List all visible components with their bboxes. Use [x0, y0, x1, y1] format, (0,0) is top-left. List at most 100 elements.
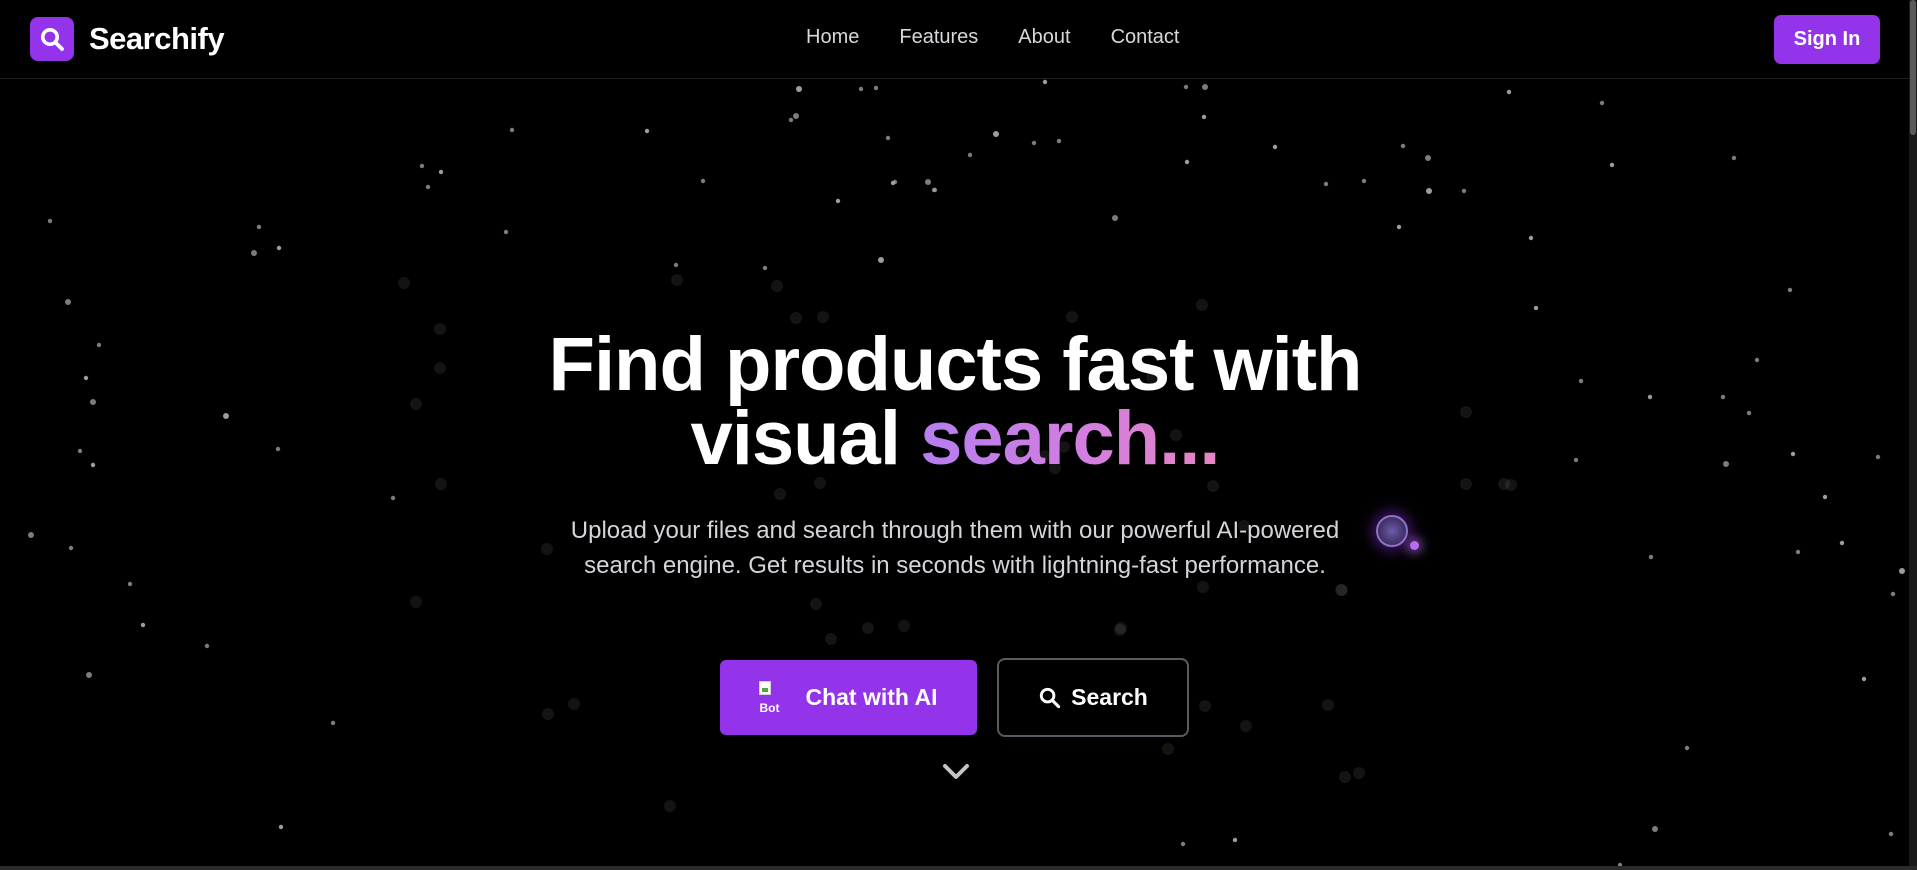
faint-star — [542, 708, 554, 720]
star — [762, 265, 768, 271]
brand-logo — [30, 17, 74, 61]
chat-with-ai-button[interactable]: Bot Chat with AI — [720, 660, 977, 735]
page: Searchify Home Features About Contact Si… — [0, 0, 1909, 870]
star — [1890, 591, 1896, 597]
faint-star — [1199, 700, 1211, 712]
faint-star — [664, 800, 676, 812]
star — [1183, 84, 1189, 90]
star — [90, 462, 96, 468]
star — [1232, 837, 1238, 843]
star — [858, 86, 864, 92]
star — [1396, 224, 1402, 230]
star — [1599, 100, 1605, 106]
hero-title-accent: search... — [920, 396, 1220, 481]
nav-features-link[interactable]: Features — [899, 26, 978, 49]
cursor-glow-dot — [1410, 541, 1419, 550]
star — [1323, 181, 1329, 187]
star — [878, 257, 884, 263]
nav-home-link[interactable]: Home — [806, 26, 859, 49]
star — [1506, 89, 1512, 95]
faint-star — [1505, 479, 1517, 491]
star — [1754, 357, 1760, 363]
faint-star — [1115, 622, 1127, 634]
star — [1787, 287, 1793, 293]
star — [1684, 745, 1690, 751]
star — [925, 179, 931, 185]
faint-star — [810, 598, 822, 610]
star — [1746, 410, 1752, 416]
bot-image-alt-text: Bot — [759, 700, 780, 715]
star — [1861, 676, 1867, 682]
faint-star — [1460, 478, 1472, 490]
star — [1839, 540, 1845, 546]
search-icon — [41, 28, 64, 51]
star — [90, 399, 96, 405]
faint-star — [410, 398, 422, 410]
star — [1201, 114, 1207, 120]
faint-star — [1207, 480, 1219, 492]
hero-subtitle: Upload your files and search through the… — [570, 517, 1340, 579]
star — [1790, 451, 1796, 457]
star — [390, 495, 396, 501]
faint-star — [568, 698, 580, 710]
bot-image-broken: Bot — [759, 680, 795, 715]
star — [127, 581, 133, 587]
star — [1112, 215, 1118, 221]
faint-star — [862, 622, 874, 634]
star — [1647, 394, 1653, 400]
star — [86, 672, 92, 678]
nav-about-link[interactable]: About — [1018, 26, 1070, 49]
star — [796, 86, 802, 92]
star — [1652, 826, 1658, 832]
star — [1723, 461, 1729, 467]
chevron-down-icon[interactable] — [941, 762, 971, 782]
sign-in-button[interactable]: Sign In — [1774, 15, 1880, 64]
star — [700, 178, 706, 184]
star — [1400, 143, 1406, 149]
star — [673, 262, 679, 268]
star — [1875, 454, 1881, 460]
faint-star — [774, 488, 786, 500]
star — [1731, 155, 1737, 161]
scrollbar-thumb[interactable] — [1910, 0, 1916, 135]
star — [275, 446, 281, 452]
faint-star — [434, 362, 446, 374]
star — [204, 643, 210, 649]
faint-star — [898, 620, 910, 632]
star — [1648, 554, 1654, 560]
star — [65, 299, 71, 305]
faint-star — [1460, 406, 1472, 418]
star — [1533, 305, 1539, 311]
brand[interactable]: Searchify — [30, 17, 225, 61]
star — [1888, 831, 1894, 837]
star — [1361, 178, 1367, 184]
star — [644, 128, 650, 134]
star — [509, 127, 515, 133]
star — [1822, 494, 1828, 500]
star — [1528, 235, 1534, 241]
star — [1272, 144, 1278, 150]
hero-title-plain: visual — [690, 396, 900, 481]
nav-contact-link[interactable]: Contact — [1111, 26, 1180, 49]
star — [931, 187, 937, 193]
window-bottom-edge — [0, 866, 1917, 870]
star — [993, 131, 999, 137]
star — [1795, 549, 1801, 555]
star — [140, 622, 146, 628]
search-button-label: Search — [1071, 684, 1148, 710]
star — [1056, 138, 1062, 144]
star — [77, 448, 83, 454]
star — [28, 532, 34, 538]
faint-star — [1339, 771, 1351, 783]
star — [1202, 84, 1208, 90]
faint-star — [1162, 743, 1174, 755]
star — [1578, 378, 1584, 384]
search-icon — [1039, 687, 1061, 709]
search-button[interactable]: Search — [997, 658, 1189, 737]
vertical-scrollbar[interactable] — [1909, 0, 1917, 866]
chat-with-ai-label: Chat with AI — [805, 684, 938, 710]
star — [967, 152, 973, 158]
faint-star — [1353, 767, 1365, 779]
cursor-glow-orb — [1376, 515, 1408, 547]
star — [83, 375, 89, 381]
